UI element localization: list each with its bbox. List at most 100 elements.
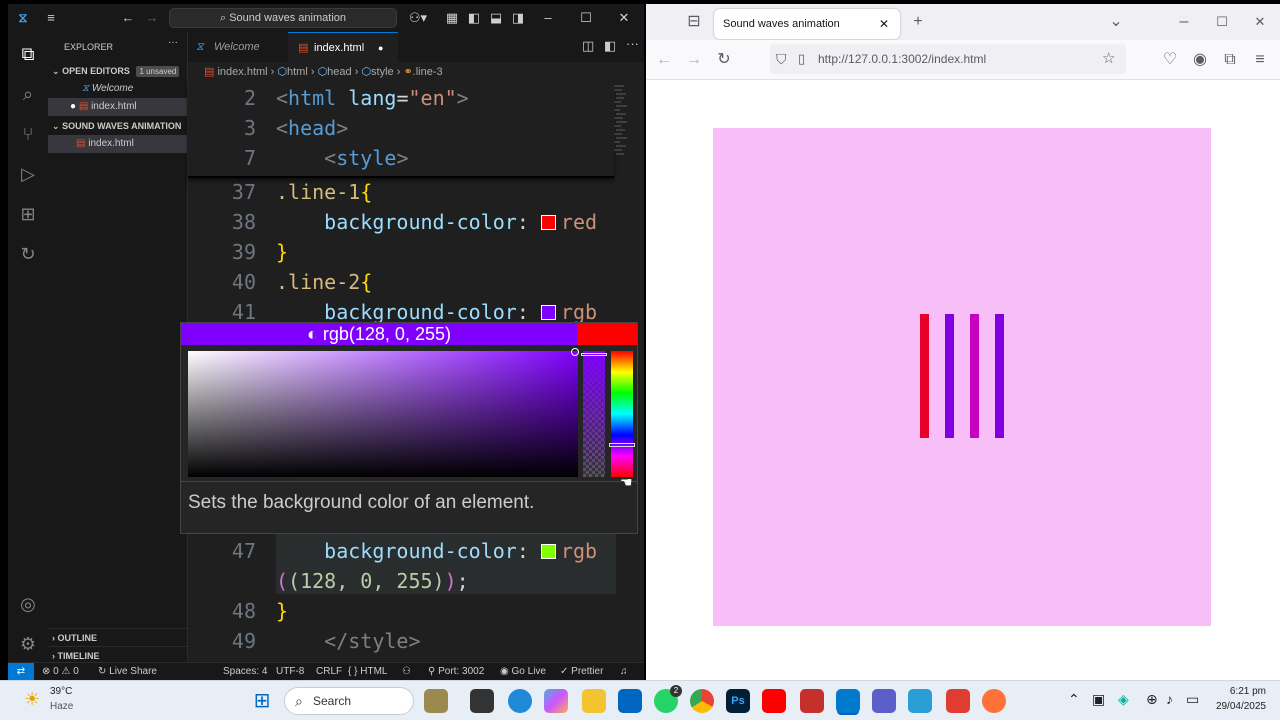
hue-handle[interactable] (609, 443, 635, 447)
chrome-icon[interactable] (690, 689, 714, 713)
saturation-handle[interactable] (571, 348, 579, 356)
copilot-app-icon[interactable] (544, 689, 568, 713)
extensions-icon[interactable]: ⊞ (16, 202, 40, 226)
unsaved-dot-icon[interactable]: ● (378, 33, 383, 63)
account-icon[interactable]: ◎ (16, 592, 40, 616)
live-share-status[interactable]: ↻ Live Share (98, 663, 157, 680)
run-debug-icon[interactable]: ▷ (16, 162, 40, 186)
edge-icon[interactable] (508, 689, 532, 713)
teams-icon[interactable] (872, 689, 896, 713)
language-status[interactable]: { } HTML (348, 663, 387, 680)
open-editor-index[interactable]: ● ▤ index.html (48, 98, 187, 116)
code-line[interactable]: background-color: rgb (276, 300, 597, 324)
breadcrumb-item[interactable]: html (287, 66, 308, 78)
tray-app-icon[interactable]: ▣ (1092, 691, 1105, 708)
source-control-icon[interactable]: ⑂ (16, 122, 40, 146)
settings-gear-icon[interactable]: ⚙ (16, 632, 40, 656)
recorder-icon[interactable] (946, 689, 970, 713)
breadcrumb-item[interactable]: style (371, 66, 394, 78)
store-icon[interactable] (618, 689, 642, 713)
browser-tab[interactable]: Sound waves animation ✕ (714, 9, 900, 39)
reload-icon[interactable]: ↻ (714, 50, 734, 70)
extensions-icon[interactable]: ⧉ (1220, 50, 1240, 70)
encoding-status[interactable]: UTF-8 (276, 663, 304, 680)
editor-more-icon[interactable]: ··· (626, 36, 639, 51)
color-swatch[interactable] (540, 544, 556, 559)
code-line[interactable]: background-color: red (276, 210, 597, 234)
app-menu-icon[interactable]: ≡ (1250, 50, 1270, 70)
photoshop-icon[interactable]: Ps (726, 689, 750, 713)
code-line[interactable]: .line-1{ (276, 180, 372, 204)
original-color-swatch[interactable] (577, 323, 637, 345)
tab-welcome[interactable]: ⧖ Welcome (188, 32, 286, 62)
security-icon[interactable]: ◈ (1118, 691, 1129, 708)
breadcrumb-item[interactable]: index.html (217, 66, 267, 78)
tab-list-icon[interactable]: ⌄ (1106, 12, 1126, 32)
menu-icon[interactable]: ≡ (42, 4, 60, 32)
battery-icon[interactable]: ▭ (1186, 691, 1199, 708)
breadcrumb-item[interactable]: head (327, 66, 351, 78)
color-swatch[interactable] (540, 305, 556, 320)
weather-icon[interactable]: ☀ (24, 689, 40, 710)
notifications-bell-icon[interactable]: ♫ (620, 663, 628, 680)
browser-close-icon[interactable]: ✕ (1250, 12, 1270, 32)
forward-icon[interactable]: → (684, 50, 704, 70)
tab-overview-icon[interactable]: ⊟ (684, 12, 704, 32)
browser-maximize-icon[interactable]: ☐ (1212, 12, 1232, 32)
forward-arrow-icon[interactable]: → (144, 4, 160, 32)
pocket-icon[interactable]: ♡ (1160, 50, 1180, 70)
url-bar[interactable]: ⛉ ▯ http://127.0.0.1:3002/index.html ☆ (770, 44, 1126, 74)
tab-index-html[interactable]: ▤ index.html ● (288, 32, 398, 62)
copilot-icon[interactable]: ⚇▾ (406, 4, 430, 32)
explorer-icon[interactable]: ⧉ (16, 42, 40, 66)
color-picker-header[interactable]: ◐ rgb(128, 0, 255) (181, 323, 577, 345)
sticky-line[interactable]: <html lang="en"> (276, 86, 469, 110)
toggle-sidebar-icon[interactable]: ◧ (466, 4, 482, 32)
app-icon[interactable] (908, 689, 932, 713)
open-editors-section[interactable]: ⌄ OPEN EDITORS 1 unsaved (48, 62, 187, 80)
vscode-taskbar-icon[interactable] (836, 689, 860, 713)
volume-icon[interactable]: ♪ (1166, 691, 1173, 707)
go-live-status[interactable]: ◉ Go Live (500, 663, 546, 680)
copilot-status-icon[interactable]: ⚇ (402, 663, 411, 680)
firefox-icon[interactable] (982, 689, 1006, 713)
start-icon[interactable]: ⊞ (250, 689, 274, 713)
weather-condition[interactable]: Haze (50, 701, 73, 712)
code-line[interactable]: } (276, 599, 288, 623)
code-line[interactable]: ((128, 0, 255)); (276, 569, 469, 593)
chevron-up-icon[interactable]: ⌃ (1068, 691, 1080, 708)
open-preview-icon[interactable]: ◫ (582, 38, 594, 54)
command-center-search[interactable]: ⌕ Sound waves animation (169, 8, 397, 28)
color-picker[interactable]: ◐ rgb(128, 0, 255) (180, 322, 638, 482)
minimize-icon[interactable]: – (540, 4, 556, 32)
indentation-status[interactable]: Spaces: 4 (223, 663, 267, 680)
minimap[interactable] (612, 82, 630, 176)
remote-icon[interactable]: ⇄ (8, 663, 34, 680)
temperature[interactable]: 39°C (50, 686, 72, 697)
folder-section[interactable]: ⌄ SOUND WAVES ANIMATION (48, 117, 187, 135)
search-icon[interactable]: ⌕ (16, 82, 40, 106)
eol-status[interactable]: CRLF (316, 663, 342, 680)
news-app-icon[interactable] (424, 689, 448, 713)
back-icon[interactable]: ← (654, 50, 674, 70)
maximize-icon[interactable]: ☐ (578, 4, 594, 32)
clock-time[interactable]: 6:21 pm (1210, 686, 1266, 697)
youtube-icon[interactable] (762, 689, 786, 713)
sticky-line[interactable]: <style> (276, 146, 408, 170)
media-player-icon[interactable] (800, 689, 824, 713)
split-editor-icon[interactable]: ◧ (604, 38, 616, 54)
open-editor-welcome[interactable]: ⧖ Welcome (48, 80, 187, 98)
breadcrumb-item[interactable]: .line-3 (413, 66, 443, 78)
code-line[interactable]: </style> (276, 629, 420, 653)
language-globe-icon[interactable]: ⊕ (1146, 691, 1158, 708)
outline-section[interactable]: › OUTLINE (48, 628, 187, 646)
code-line[interactable]: .line-2{ (276, 270, 372, 294)
file-explorer-icon[interactable] (582, 689, 606, 713)
account-icon[interactable]: ◉ (1190, 50, 1210, 70)
saturation-box[interactable] (188, 351, 578, 477)
folder-item-index[interactable]: ▤ index.html (48, 135, 187, 153)
opacity-handle[interactable] (581, 353, 607, 356)
sticky-scroll-header[interactable]: 2 <html lang="en"> 3 <head> 7 <style> (188, 82, 614, 178)
opacity-strip[interactable] (583, 351, 605, 477)
more-actions-icon[interactable]: ··· (168, 38, 182, 52)
